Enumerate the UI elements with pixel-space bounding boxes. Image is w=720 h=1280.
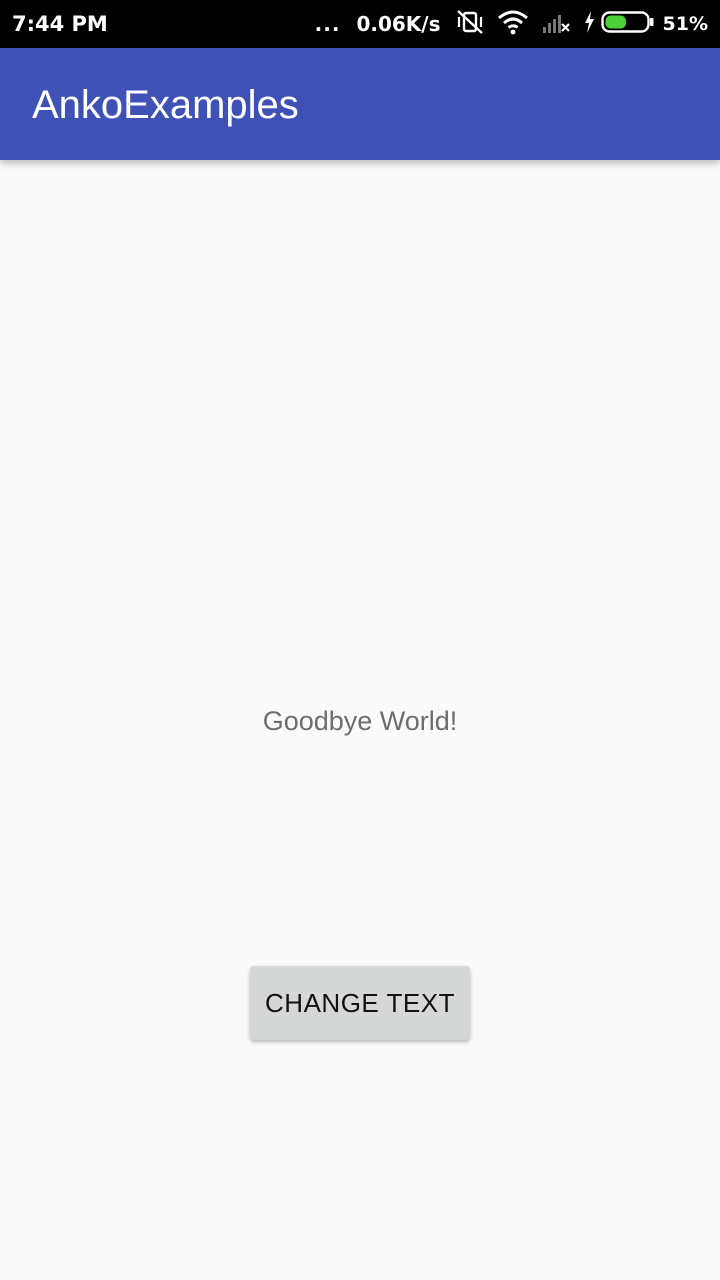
status-bar: 7:44 PM ... 0.06K/s 51% bbox=[0, 0, 720, 48]
main-content: Goodbye World! CHANGE TEXT bbox=[0, 160, 720, 1280]
status-icons: ... 0.06K/s 51% bbox=[315, 8, 708, 40]
status-time: 7:44 PM bbox=[12, 12, 108, 36]
battery-icon bbox=[600, 10, 655, 38]
change-text-button[interactable]: CHANGE TEXT bbox=[250, 966, 470, 1040]
battery-percent: 51% bbox=[662, 13, 708, 35]
app-bar: AnkoExamples bbox=[0, 48, 720, 160]
vibrate-off-icon bbox=[455, 8, 485, 40]
network-speed: 0.06K/s bbox=[356, 12, 441, 36]
wifi-icon bbox=[497, 9, 529, 39]
charging-icon bbox=[583, 10, 595, 38]
signal-icon bbox=[541, 9, 571, 39]
more-notifications-icon: ... bbox=[314, 12, 341, 36]
message-text: Goodbye World! bbox=[262, 706, 458, 736]
app-title: AnkoExamples bbox=[32, 83, 299, 127]
